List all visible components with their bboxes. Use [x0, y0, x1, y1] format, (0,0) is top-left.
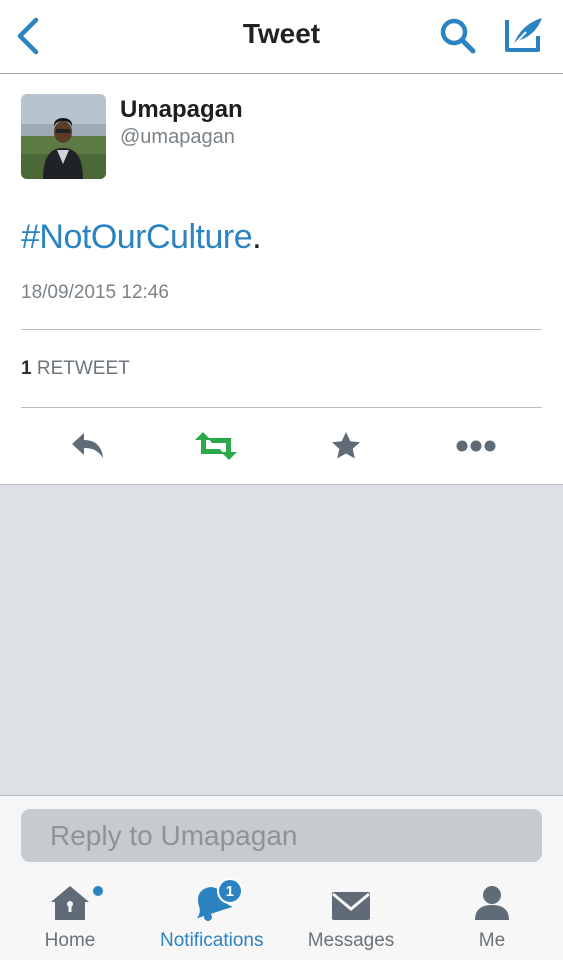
reply-icon [72, 433, 103, 458]
hashtag-link[interactable]: #NotOurCulture [21, 218, 253, 256]
search-icon [440, 18, 476, 54]
avatar[interactable] [21, 94, 106, 179]
star-icon [332, 432, 360, 459]
reply-input[interactable] [21, 809, 542, 862]
author-name[interactable]: Umapagan [120, 96, 243, 124]
compose-button[interactable] [502, 14, 546, 56]
tab-me-label: Me [478, 930, 506, 951]
page-title: Tweet [242, 18, 321, 49]
tab-home-label: Home [44, 930, 96, 951]
avatar-photo [21, 94, 106, 179]
retweet-button[interactable] [193, 424, 239, 468]
compose-icon [505, 18, 542, 52]
favorite-button[interactable] [324, 424, 368, 468]
new-content-dot [93, 886, 103, 896]
reply-button[interactable] [66, 424, 110, 468]
notification-badge: 1 [216, 878, 243, 904]
divider [21, 407, 542, 408]
tab-notifications[interactable]: 1 Notifications [160, 876, 264, 960]
conversation-area [0, 485, 563, 796]
tab-messages-label: Messages [307, 930, 395, 951]
home-icon [51, 886, 89, 920]
more-icon [456, 440, 496, 452]
divider [21, 329, 542, 330]
person-icon [475, 886, 509, 920]
search-button[interactable] [438, 16, 478, 56]
tab-notifications-label: Notifications [160, 930, 264, 951]
more-button[interactable] [453, 424, 499, 468]
author-handle[interactable]: @umapagan [120, 126, 235, 149]
tweet-text: #NotOurCulture. [21, 218, 262, 257]
retweet-stats[interactable]: 1 RETWEET [21, 358, 130, 380]
tweet-detail: Umapagan @umapagan #NotOurCulture. 18/09… [0, 74, 563, 485]
reply-bar [0, 796, 563, 876]
tweet-timestamp: 18/09/2015 12:46 [21, 282, 169, 303]
bottom-tab-bar: Home 1 Notifications Messages Me [0, 876, 563, 960]
tweet-text-suffix: . [252, 218, 262, 256]
retweet-count: 1 [21, 358, 32, 379]
tab-home[interactable]: Home [20, 876, 120, 960]
retweet-label: RETWEET [36, 358, 130, 379]
retweet-icon [195, 432, 237, 460]
tab-messages[interactable]: Messages [301, 876, 401, 960]
tab-me[interactable]: Me [442, 876, 542, 960]
envelope-icon [332, 892, 370, 920]
top-navigation-bar: Tweet [0, 0, 563, 74]
